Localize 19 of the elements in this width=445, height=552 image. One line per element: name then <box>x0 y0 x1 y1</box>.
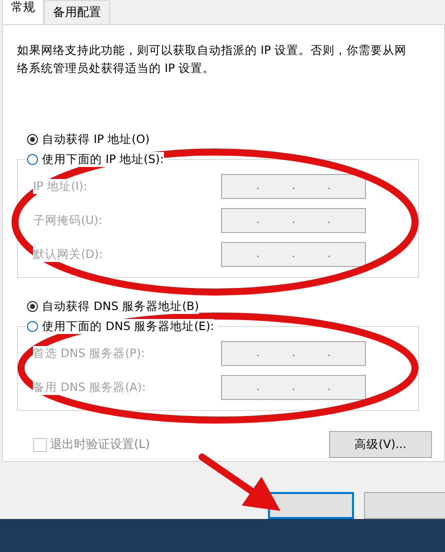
radio-button[interactable] <box>27 320 38 332</box>
field-label: 首选 DNS 服务器(P): <box>33 346 145 360</box>
dialog-button[interactable] <box>268 492 354 519</box>
radio-button[interactable] <box>27 154 38 164</box>
radio-label: 使用下面的 DNS 服务器地址(E): <box>42 318 214 334</box>
field-label: 备用 DNS 服务器(A): <box>33 380 146 394</box>
field-label: 默认网关(D): <box>33 246 103 262</box>
description-text: 如果网络支持此功能，则可以获取自动指派的 IP 设置。否则，你需要从网络系统管理员处获得适当的 IP 设置。 <box>17 42 408 77</box>
radio-button[interactable] <box>27 300 38 312</box>
checkbox-label: 退出时验证设置(L) <box>50 436 150 453</box>
tab[interactable]: 常规 <box>2 0 44 24</box>
radio-label: 自动获得 DNS 服务器地址(B) <box>42 298 199 314</box>
field-label: IP 地址(I): <box>33 178 88 194</box>
radio-label: 自动获得 IP 地址(O) <box>42 132 150 146</box>
field-label: 子网掩码(U): <box>33 212 102 228</box>
radio-button[interactable] <box>27 134 38 144</box>
radio-label: 使用下面的 IP 地址(S): <box>42 152 164 166</box>
advanced-button[interactable]: 高级(V)... <box>329 431 432 458</box>
tab[interactable]: 备用配置 <box>44 0 110 24</box>
